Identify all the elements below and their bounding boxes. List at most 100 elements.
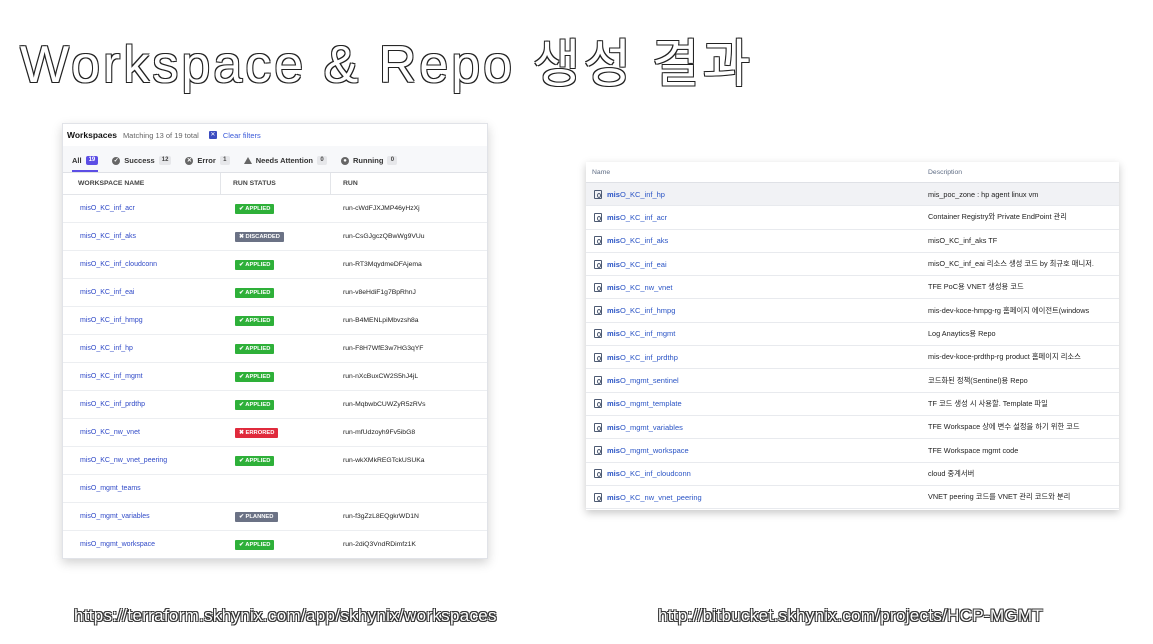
- workspace-name-link[interactable]: misO_KC_nw_vnet_peering: [63, 457, 221, 464]
- column-run-status[interactable]: RUN STATUS: [221, 173, 331, 194]
- table-row[interactable]: misO_KC_nw_vnet_peering ✔ APPLIED run-wkXM…: [63, 447, 487, 475]
- repo-name-link[interactable]: mis O_KC_nw_vnet_peering: [586, 492, 928, 502]
- repo-row[interactable]: mis O_KC_inf_cloudconn cloud 중계서버: [586, 463, 1119, 486]
- tab-success[interactable]: ✓ Success 12: [112, 156, 172, 172]
- table-row[interactable]: misO_KC_inf_cloudconn ✔ APPLIED run-RT3Mqy…: [63, 251, 487, 279]
- repo-name-link[interactable]: mis O_KC_inf_cloudconn: [586, 469, 928, 479]
- workspace-name-link[interactable]: misO_KC_inf_aks: [63, 233, 221, 240]
- clear-filters-icon[interactable]: ✕: [208, 131, 217, 139]
- table-row[interactable]: misO_mgmt_variables ✔ PLANNED run-f3gZzL8E…: [63, 503, 487, 531]
- status-badge-label: APPLIED: [245, 317, 271, 324]
- repo-name-prefix: mis: [607, 399, 620, 409]
- run-id-link[interactable]: run-wkXMkREGTckUSUKa: [331, 457, 425, 464]
- repository-icon: [594, 445, 602, 455]
- tab-error[interactable]: ✕ Error 1: [185, 156, 230, 172]
- workspace-name-link[interactable]: misO_KC_inf_cloudconn: [63, 261, 221, 268]
- tab-needs-attention-label: Needs Attention: [255, 156, 313, 165]
- workspace-name-link[interactable]: misO_KC_nw_vnet: [63, 429, 221, 436]
- column-run[interactable]: RUN: [331, 180, 358, 187]
- repository-icon: [594, 259, 602, 269]
- run-id-link[interactable]: run-cWdFJXJMP46yHzXj: [331, 205, 420, 212]
- repository-icon: [594, 189, 602, 199]
- workspace-name-link[interactable]: misO_mgmt_workspace: [63, 541, 221, 548]
- repo-row[interactable]: mis O_mgmt_sentinel 코드화된 정책(Sentinel)용 Rep…: [586, 369, 1119, 393]
- table-row[interactable]: misO_KC_nw_vnet ✖ ERRORED run-mfUdzoyh9Fv5…: [63, 419, 487, 447]
- table-row[interactable]: misO_mgmt_teams: [63, 475, 487, 503]
- column-description[interactable]: Description: [928, 169, 962, 176]
- run-id-link[interactable]: run-F8H7WfE3w7HG3qYF: [331, 345, 423, 352]
- table-row[interactable]: misO_KC_inf_eai ✔ APPLIED run-v8eHdiF1g7Bp…: [63, 279, 487, 307]
- repo-name-link[interactable]: mis O_KC_inf_acr: [586, 212, 928, 222]
- repo-row[interactable]: mis O_KC_nw_vnet_peering VNET peering 코드를 …: [586, 486, 1119, 510]
- repo-name-link[interactable]: mis O_mgmt_variables: [586, 422, 928, 432]
- run-id-link[interactable]: run-2diQ3VndRDimfz1K: [331, 541, 416, 548]
- repo-name-link[interactable]: mis O_mgmt_template: [586, 399, 928, 409]
- run-id-link[interactable]: run-f3gZzL8EQgkrWD1N: [331, 513, 419, 520]
- workspace-name-link[interactable]: misO_KC_inf_prdthp: [63, 401, 221, 408]
- slide-title: Workspace & Repo 생성 결과: [20, 36, 754, 94]
- repo-row[interactable]: mis O_KC_inf_hmpg mis-dev-koce-hmpg-rg 홈페이…: [586, 299, 1119, 323]
- repo-name-link[interactable]: mis O_mgmt_sentinel: [586, 376, 928, 386]
- running-circle-icon: ●: [341, 156, 349, 165]
- repo-row[interactable]: mis O_KC_inf_acr Container Registry와 Priva…: [586, 206, 1119, 230]
- table-row[interactable]: misO_KC_inf_hmpg ✔ APPLIED run-B4MENLpiMbv…: [63, 307, 487, 335]
- workspace-name-link[interactable]: misO_KC_inf_acr: [63, 205, 221, 212]
- repo-description: VNET peering 코드를 VNET 관리 코드와 분리: [928, 492, 1071, 501]
- run-id-link[interactable]: run-mfUdzoyh9Fv5ibG8: [331, 429, 415, 436]
- run-id-link[interactable]: run-B4MENLpiMbvzsh8a: [331, 317, 419, 324]
- table-row[interactable]: misO_mgmt_workspace ✔ APPLIED run-2diQ3Vnd…: [63, 531, 487, 558]
- repo-row[interactable]: mis O_mgmt_template TF 코드 생성 시 사용할. Templa…: [586, 393, 1119, 416]
- tab-all[interactable]: All 19: [72, 156, 99, 172]
- run-id-link[interactable]: run-nXcBuxCW2S5hJ4jL: [331, 373, 418, 380]
- repo-row[interactable]: mis O_KC_inf_aks misO_KC_inf_aks TF: [586, 230, 1119, 253]
- table-row[interactable]: misO_KC_inf_mgmt ✔ APPLIED run-nXcBuxCW2S5…: [63, 363, 487, 391]
- repo-row[interactable]: mis O_KC_inf_prdthp mis-dev-koce-prdthp-rg…: [586, 346, 1119, 370]
- status-badge-label: APPLIED: [245, 289, 271, 296]
- tab-needs-attention[interactable]: Needs Attention 0: [243, 156, 327, 172]
- status-badge: ✔ APPLIED: [235, 399, 275, 410]
- repo-name-link[interactable]: mis O_KC_inf_prdthp: [586, 352, 928, 362]
- run-id-link[interactable]: run-MqbwbCUWZyR5zRVs: [331, 401, 426, 408]
- workspace-name-link[interactable]: misO_mgmt_variables: [63, 513, 221, 520]
- repository-icon: [594, 212, 602, 222]
- repo-row[interactable]: mis O_mgmt_workspace TFE Workspace mgmt co…: [586, 439, 1119, 463]
- repo-name-link[interactable]: mis O_KC_inf_hp: [586, 189, 928, 199]
- repo-description: Log Anaytics용 Repo: [928, 328, 996, 338]
- repo-name-link[interactable]: mis O_KC_inf_aks: [586, 236, 928, 246]
- clear-filters-link[interactable]: Clear filters: [223, 131, 261, 140]
- table-row[interactable]: misO_KC_inf_aks ✖ DISCARDED run-CsGJgczQBw…: [63, 223, 487, 251]
- repo-name-link[interactable]: mis O_KC_inf_hmpg: [586, 306, 928, 316]
- repo-row[interactable]: mis O_KC_nw_vnet TFE PoC용 VNET 생성용 코드: [586, 276, 1119, 300]
- status-badge-label: ERRORED: [245, 429, 275, 436]
- repository-icon: [594, 376, 602, 386]
- terraform-workspaces-panel: Workspaces Matching 13 of 19 total ✕ Cle…: [62, 123, 488, 559]
- table-row[interactable]: misO_KC_inf_hp ✔ APPLIED run-F8H7WfE3w7HG3…: [63, 335, 487, 363]
- repo-name-link[interactable]: mis O_KC_inf_eai: [586, 259, 928, 269]
- run-status-cell: ✔ APPLIED: [221, 371, 331, 382]
- workspace-name-link[interactable]: misO_KC_inf_hmpg: [63, 317, 221, 324]
- workspace-name-link[interactable]: misO_KC_inf_hp: [63, 345, 221, 352]
- workspace-name-link[interactable]: misO_KC_inf_mgmt: [63, 373, 221, 380]
- repo-name-link[interactable]: mis O_KC_nw_vnet: [586, 282, 928, 292]
- table-row[interactable]: misO_KC_inf_prdthp ✔ APPLIED run-MqbwbCUWZ…: [63, 391, 487, 419]
- workspace-name-link[interactable]: misO_mgmt_teams: [63, 485, 221, 492]
- repo-name-link[interactable]: mis O_KC_inf_mgmt: [586, 329, 928, 339]
- run-id-link[interactable]: run-v8eHdiF1g7BpRhnJ: [331, 289, 416, 296]
- repo-row[interactable]: mis O_KC_inf_hp mis_poc_zone : hp agent li…: [586, 183, 1119, 207]
- repo-name-prefix: mis: [607, 376, 620, 386]
- table-row[interactable]: misO_KC_inf_acr ✔ APPLIED run-cWdFJXJMP46y…: [63, 195, 487, 223]
- repo-description: TF 코드 생성 시 사용할. Template 파일: [928, 398, 1048, 408]
- column-name[interactable]: Name: [586, 169, 928, 176]
- bitbucket-repos-panel: Name Description mis O_KC_inf_hp mis_poc_z…: [586, 162, 1119, 510]
- status-badge-label: APPLIED: [245, 345, 271, 352]
- run-id-link[interactable]: run-RT3MqydmeDFAjema: [331, 261, 422, 268]
- workspace-name-link[interactable]: misO_KC_inf_eai: [63, 289, 221, 296]
- run-id-link[interactable]: run-CsGJgczQBwWg9VUu: [331, 233, 425, 240]
- repo-row[interactable]: mis O_KC_inf_mgmt Log Anaytics용 Repo: [586, 323, 1119, 347]
- repo-row[interactable]: mis O_KC_inf_eai misO_KC_inf_eai 리소스 생성 코드…: [586, 253, 1119, 277]
- repo-name-link[interactable]: mis O_mgmt_workspace: [586, 445, 928, 455]
- repo-name-prefix: mis: [607, 259, 620, 269]
- repo-row[interactable]: mis O_mgmt_variables TFE Workspace 상에 변수 설…: [586, 416, 1119, 440]
- tab-running[interactable]: ● Running 0: [341, 156, 398, 172]
- column-workspace-name[interactable]: WORKSPACE NAME: [63, 173, 221, 194]
